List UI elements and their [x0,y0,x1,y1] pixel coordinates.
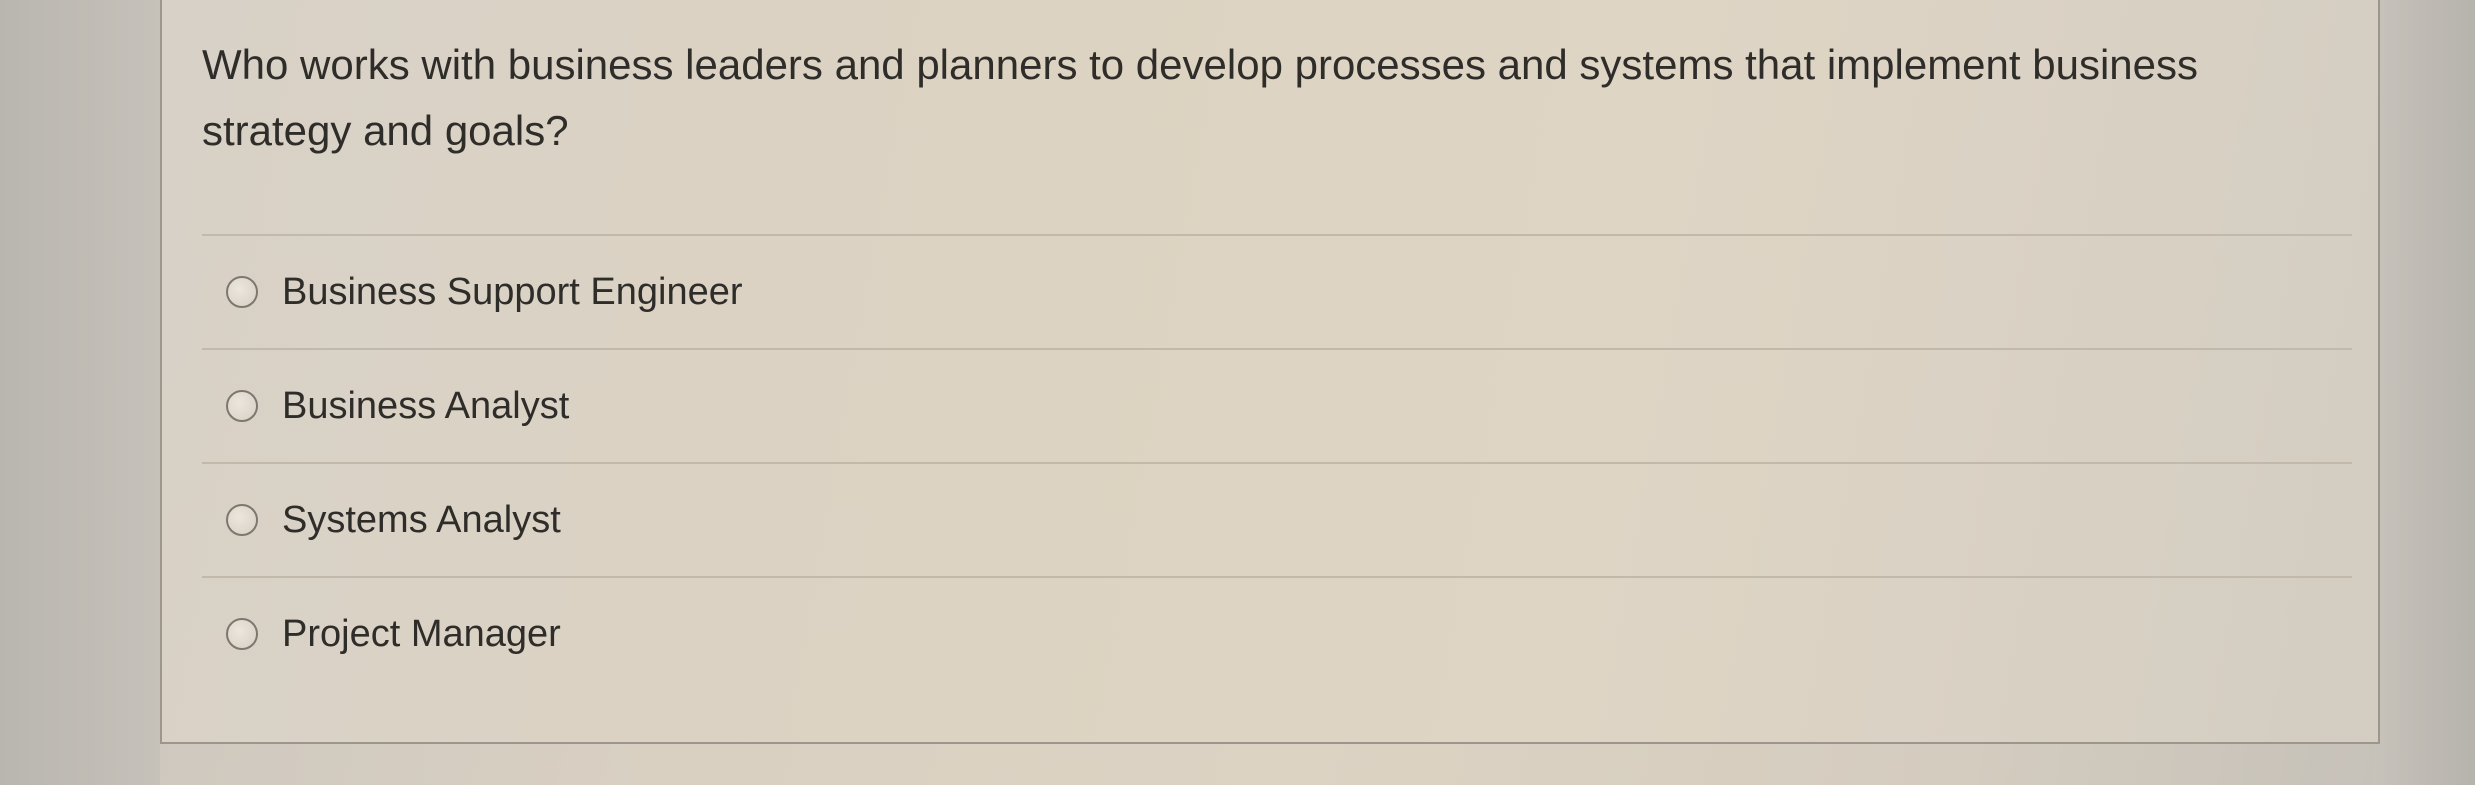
option-label[interactable]: Systems Analyst [282,496,561,544]
option-business-analyst[interactable]: Business Analyst [202,348,2352,462]
page-background-right [2375,0,2475,785]
question-card: Who works with business leaders and plan… [160,0,2380,744]
radio-button[interactable] [226,390,258,422]
option-business-support-engineer[interactable]: Business Support Engineer [202,234,2352,348]
option-systems-analyst[interactable]: Systems Analyst [202,462,2352,576]
page-background-left [0,0,160,785]
option-label[interactable]: Business Analyst [282,382,569,430]
option-label[interactable]: Business Support Engineer [282,268,743,316]
radio-button[interactable] [226,504,258,536]
radio-button[interactable] [226,618,258,650]
radio-button[interactable] [226,276,258,308]
question-text: Who works with business leaders and plan… [202,41,2199,154]
option-label[interactable]: Project Manager [282,610,561,658]
option-project-manager[interactable]: Project Manager [202,576,2352,690]
answer-options-list: Business Support Engineer Business Analy… [202,234,2352,690]
